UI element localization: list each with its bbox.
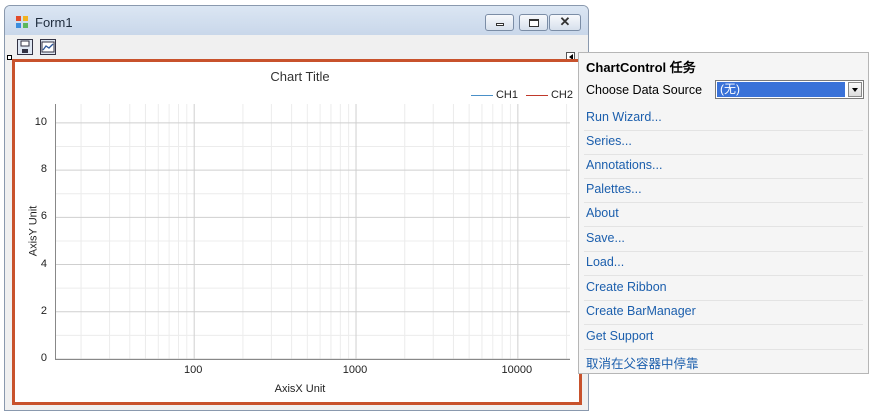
grid-svg — [56, 104, 570, 359]
data-source-dropdown[interactable]: (无) — [715, 80, 864, 99]
y-tick-label: 4 — [40, 257, 47, 270]
task-link[interactable]: Series... — [586, 134, 632, 148]
divider — [584, 202, 863, 203]
minimize-icon — [496, 23, 504, 26]
divider — [584, 300, 863, 301]
data-source-value: (无) — [717, 82, 845, 97]
legend-swatch — [470, 94, 493, 96]
legend-label: CH1 — [495, 89, 518, 101]
task-link[interactable]: About — [586, 206, 619, 220]
y-tick-label: 2 — [40, 304, 47, 317]
task-link[interactable]: Load... — [586, 255, 624, 269]
close-icon: ✕ — [559, 14, 571, 29]
y-tick-label: 0 — [40, 352, 47, 364]
divider — [584, 226, 863, 227]
divider — [584, 324, 863, 325]
dropdown-arrow-icon[interactable] — [848, 82, 862, 97]
y-tick-label: 10 — [34, 115, 47, 128]
title-bar[interactable]: Form1 ✕ — [5, 6, 588, 35]
chart-control[interactable]: Chart Title CH1 CH2 0 2 4 6 8 10 100 1000 10000… — [12, 59, 582, 405]
x-tick-label: 100 — [183, 364, 203, 376]
task-link[interactable]: Save... — [586, 231, 625, 245]
task-link[interactable]: 取消在父容器中停靠 — [586, 353, 699, 372]
divider — [584, 251, 863, 252]
y-axis-title: AxisY Unit — [27, 205, 40, 257]
task-link[interactable]: Run Wizard... — [586, 110, 662, 124]
legend-item-ch2: CH2 — [525, 89, 573, 101]
divider — [584, 275, 863, 276]
task-link[interactable]: Annotations... — [586, 158, 662, 172]
minimize-button[interactable] — [485, 14, 514, 31]
maximize-button[interactable] — [519, 14, 548, 31]
divider — [584, 130, 863, 131]
task-link[interactable]: Create BarManager — [586, 304, 696, 318]
task-link[interactable]: Get Support — [586, 329, 653, 343]
divider — [584, 154, 863, 155]
chart-title: Chart Title — [270, 69, 330, 84]
task-link[interactable]: Palettes... — [586, 182, 642, 196]
x-axis-title: AxisX Unit — [274, 383, 326, 395]
save-icon[interactable] — [17, 39, 33, 55]
x-tick-label: 1000 — [342, 364, 368, 376]
x-tick-label: 10000 — [501, 364, 533, 376]
maximize-icon — [529, 19, 539, 27]
close-button[interactable]: ✕ — [549, 14, 581, 31]
divider — [584, 178, 863, 179]
y-tick-label: 8 — [40, 163, 47, 176]
chart-tasks-panel: ChartControl 任务 Choose Data Source (无) R… — [578, 52, 869, 374]
app-icon — [16, 16, 29, 28]
legend-label: CH2 — [550, 89, 573, 101]
window-title: Form1 — [35, 15, 73, 30]
plot-area — [55, 104, 570, 360]
chart-legend: CH1 CH2 — [470, 89, 573, 101]
chart-icon[interactable] — [40, 39, 56, 55]
divider — [584, 349, 863, 350]
task-link[interactable]: Create Ribbon — [586, 280, 667, 294]
legend-item-ch1: CH1 — [470, 89, 518, 101]
data-source-label: Choose Data Source — [586, 83, 703, 97]
legend-swatch — [525, 94, 548, 96]
tasks-panel-title: ChartControl 任务 — [586, 60, 696, 75]
